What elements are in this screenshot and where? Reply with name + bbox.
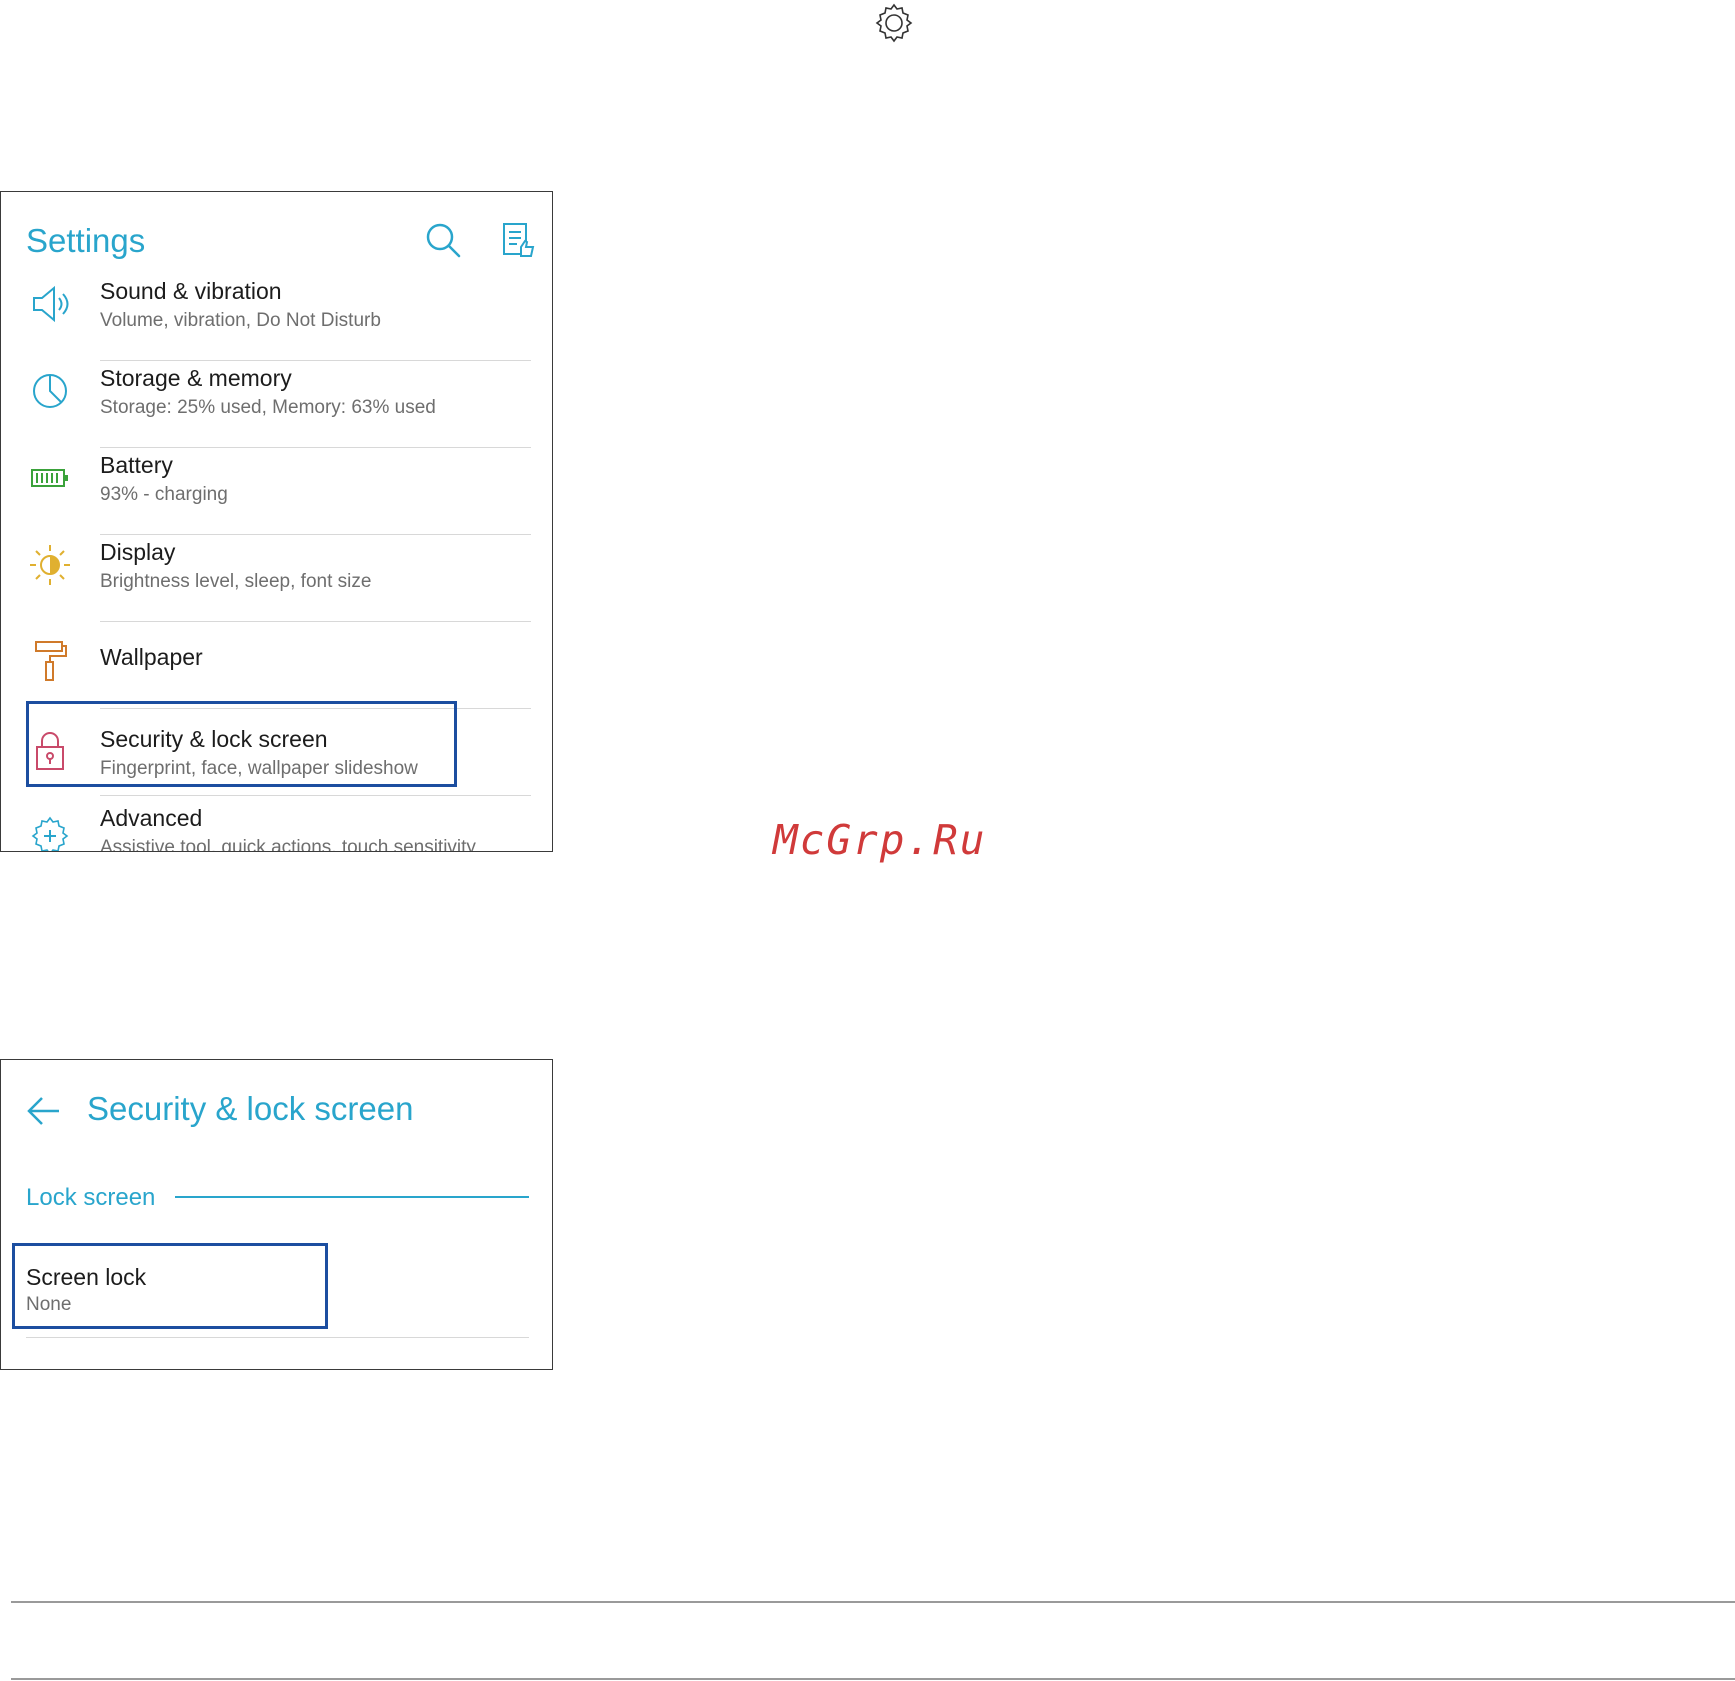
battery-icon xyxy=(31,469,68,487)
settings-item-display[interactable]: Display Brightness level, sleep, font si… xyxy=(26,537,531,623)
settings-item-label: Advanced xyxy=(100,805,203,831)
settings-item-sub: Volume, vibration, Do Not Disturb xyxy=(100,310,381,331)
divider xyxy=(26,1337,529,1338)
watermark: McGrp.Ru xyxy=(773,816,987,864)
paint-roller-icon xyxy=(35,641,67,681)
settings-item-wallpaper[interactable]: Wallpaper xyxy=(26,624,531,710)
brightness-icon xyxy=(30,545,70,585)
gear-plus-icon xyxy=(31,816,69,851)
divider xyxy=(100,360,531,361)
speaker-icon xyxy=(33,285,69,323)
settings-item-battery[interactable]: Battery 93% - charging xyxy=(26,450,531,536)
divider xyxy=(100,534,531,535)
footer-rule xyxy=(11,1601,1735,1603)
settings-item-label: Sound & vibration xyxy=(100,278,282,304)
settings-item-storage[interactable]: Storage & memory Storage: 25% used, Memo… xyxy=(26,363,531,449)
settings-item-sub: Assistive tool, quick actions, touch sen… xyxy=(100,837,476,852)
page-title: Security & lock screen xyxy=(87,1090,414,1127)
settings-item-label: Battery xyxy=(100,452,173,478)
security-screenshot: Security & lock screen Lock screen Scree… xyxy=(0,1059,553,1370)
settings-title: Settings xyxy=(26,222,146,259)
settings-item-sound[interactable]: Sound & vibration Volume, vibration, Do … xyxy=(26,276,531,362)
settings-item-label: Storage & memory xyxy=(100,365,292,391)
back-arrow-icon[interactable] xyxy=(23,1090,65,1132)
settings-screenshot: Settings Sound & vibration Volume, vibra… xyxy=(0,191,553,852)
highlight-box-screen-lock xyxy=(12,1243,328,1329)
footer-rule-bottom xyxy=(11,1678,1735,1680)
feedback-icon[interactable] xyxy=(499,220,539,260)
settings-item-sub: Storage: 25% used, Memory: 63% used xyxy=(100,397,436,418)
section-divider xyxy=(175,1196,529,1198)
settings-item-label: Wallpaper xyxy=(100,644,203,670)
settings-item-label: Display xyxy=(100,539,176,565)
settings-item-advanced[interactable]: Advanced Assistive tool, quick actions, … xyxy=(26,798,531,852)
highlight-box-security xyxy=(26,701,457,787)
settings-gear-icon xyxy=(875,3,913,43)
divider xyxy=(100,795,531,796)
settings-item-sub: 93% - charging xyxy=(100,484,228,505)
divider xyxy=(100,621,531,622)
search-icon[interactable] xyxy=(423,220,463,260)
pie-chart-icon xyxy=(33,374,67,408)
section-header-lock-screen: Lock screen xyxy=(26,1184,156,1211)
settings-item-sub: Brightness level, sleep, font size xyxy=(100,571,372,592)
divider xyxy=(100,447,531,448)
